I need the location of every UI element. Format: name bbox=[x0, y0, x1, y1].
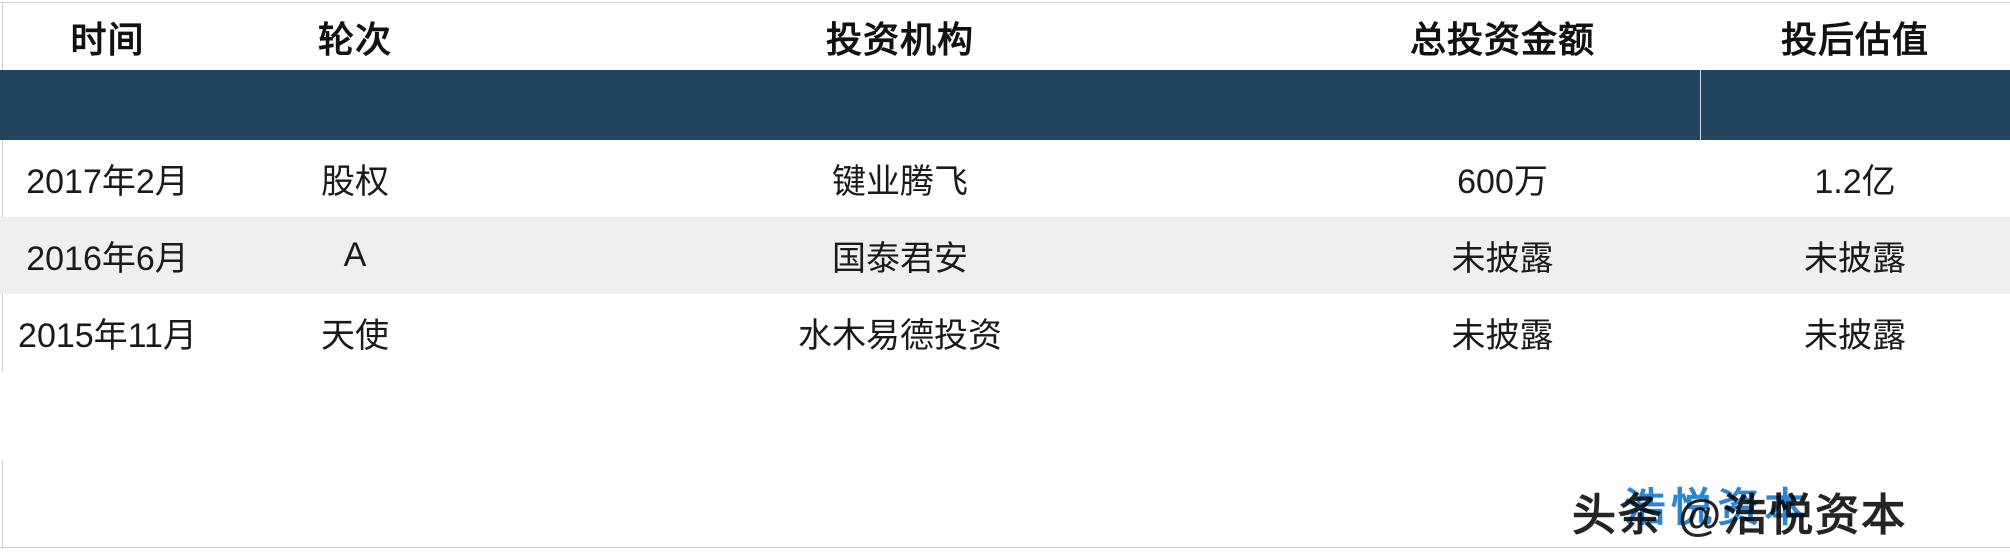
table-row[interactable]: 2016年6月 A 国泰君安 未披露 未披露 bbox=[0, 217, 2010, 294]
cell-amount: 未披露 bbox=[1451, 317, 1554, 355]
cell-institution: 键业腾飞 bbox=[832, 163, 968, 201]
cell-time: 2017年2月 bbox=[26, 163, 189, 201]
table-row[interactable]: 2015年11月 天使 水木易德投资 未披露 未披露 bbox=[0, 294, 2010, 371]
cell-round: A bbox=[215, 217, 495, 294]
table-header: 时间 轮次 投资机构 总投资金额 投后估值 bbox=[0, 3, 2010, 70]
cell-valuation: 未披露 bbox=[1700, 217, 2010, 294]
column-header-institution: 投资机构 bbox=[825, 18, 974, 60]
canvas-bottom-border bbox=[0, 547, 2010, 548]
table-body: 2017年2月 股权 键业腾飞 600万 1.2亿 2016年6月 A 国泰君安… bbox=[0, 70, 2010, 461]
column-header-round: 轮次 bbox=[317, 18, 392, 60]
cell-institution: 国泰君安 bbox=[495, 217, 1305, 294]
column-header-post-money-valuation: 投后估值 bbox=[1780, 18, 1929, 60]
column-header-total-investment: 总投资金额 bbox=[1409, 18, 1595, 60]
cell-time: 2016年6月 bbox=[0, 217, 215, 294]
table-row[interactable]: 2017年2月 股权 键业腾飞 600万 1.2亿 bbox=[0, 140, 2010, 217]
accent-band-right bbox=[1700, 70, 2010, 140]
column-header-time: 时间 bbox=[70, 18, 145, 60]
blank-cell bbox=[0, 371, 215, 461]
accent-band-left bbox=[0, 70, 1700, 140]
header-row: 时间 轮次 投资机构 总投资金额 投后估值 bbox=[0, 3, 2010, 70]
header-accent-band bbox=[0, 70, 2010, 140]
cell-amount: 600万 bbox=[1457, 163, 1548, 201]
watermark-primary-text: 头条 @浩悦资本 bbox=[1572, 491, 1908, 540]
cell-time: 2015年11月 bbox=[18, 317, 197, 355]
investment-history-table: 时间 轮次 投资机构 总投资金额 投后估值 2017年2月 股权 键业腾飞 60… bbox=[0, 3, 2010, 461]
watermark: 头条 @浩悦资本 浩悦资本 bbox=[1572, 475, 1992, 540]
watermark-overlay-text: 浩悦资本 bbox=[1624, 486, 1812, 530]
watermark-stack: 头条 @浩悦资本 浩悦资本 bbox=[1572, 475, 1992, 540]
cell-amount: 未披露 bbox=[1305, 217, 1700, 294]
cell-round: 股权 bbox=[321, 163, 389, 201]
blank-cell bbox=[1305, 371, 1700, 461]
cell-valuation: 1.2亿 bbox=[1814, 163, 1896, 201]
cell-valuation: 未披露 bbox=[1804, 317, 1906, 355]
spreadsheet-canvas: 时间 轮次 投资机构 总投资金额 投后估值 2017年2月 股权 键业腾飞 60… bbox=[0, 0, 2010, 555]
blank-cell bbox=[215, 371, 495, 461]
cell-institution: 水木易德投资 bbox=[798, 317, 1002, 355]
cell-round: 天使 bbox=[321, 317, 389, 355]
table-trailing-blank-row bbox=[0, 371, 2010, 461]
blank-cell bbox=[1700, 371, 2010, 461]
blank-cell bbox=[495, 371, 1305, 461]
